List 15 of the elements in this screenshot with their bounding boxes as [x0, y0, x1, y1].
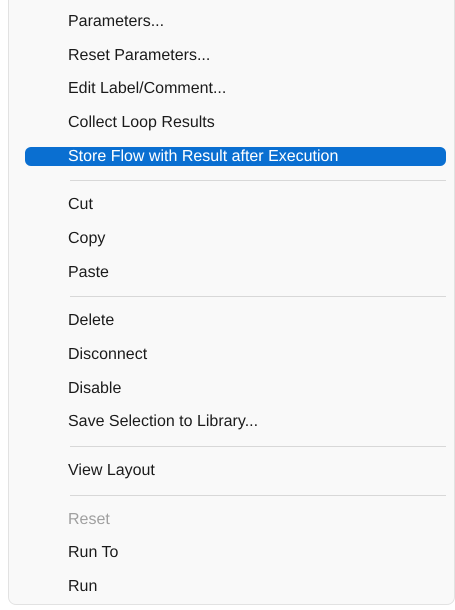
- menu-item[interactable]: Parameters...: [25, 12, 446, 32]
- menu-item[interactable]: Copy: [25, 229, 446, 249]
- menu-item[interactable]: Run To: [25, 544, 446, 564]
- menu-item[interactable]: Edit Label/Comment...: [25, 79, 446, 100]
- menu-item[interactable]: Cut: [25, 195, 446, 216]
- menu-item[interactable]: Disable: [25, 378, 446, 399]
- menu-item[interactable]: Paste: [25, 262, 446, 282]
- menu-item[interactable]: Delete: [25, 311, 446, 332]
- menu-item[interactable]: Save Selection to Library...: [25, 412, 446, 432]
- menu-item[interactable]: View Layout: [25, 461, 446, 481]
- menu-item[interactable]: Disconnect: [25, 345, 446, 365]
- menu-item[interactable]: Store Flow with Result after Execution: [25, 146, 446, 166]
- menu-item[interactable]: Reset Parameters...: [25, 46, 446, 66]
- menu-item[interactable]: Run: [25, 577, 446, 597]
- menu-item[interactable]: Collect Loop Results: [25, 113, 446, 133]
